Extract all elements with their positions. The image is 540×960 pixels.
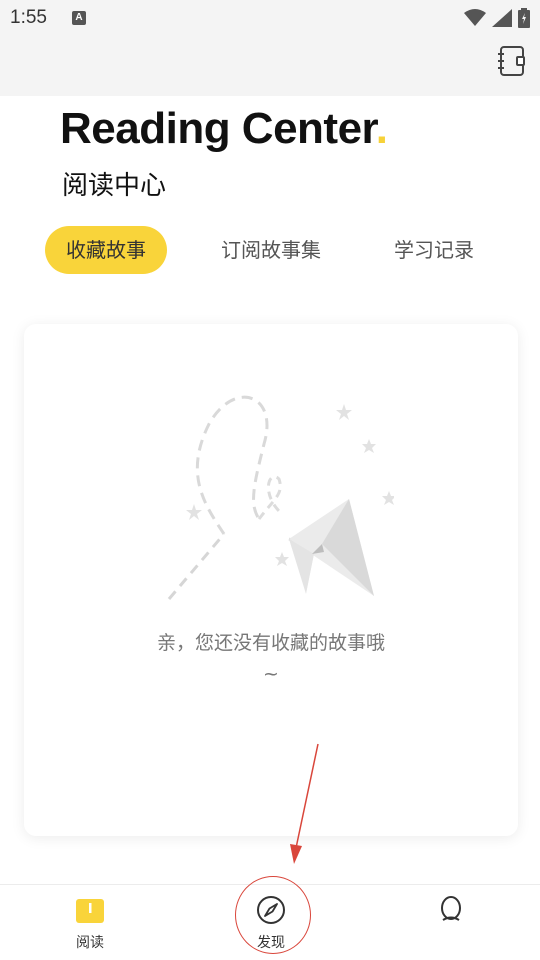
annotation-arrow [290,743,319,864]
book-icon [76,899,104,923]
tab-bar: 收藏故事 订阅故事集 学习记录 [45,226,505,276]
page-title: Reading Center. [60,104,388,154]
tab-subscribed-collections[interactable]: 订阅故事集 [205,226,337,274]
nav-read-label: 阅读 [76,935,104,951]
tab-learning-records[interactable]: 学习记录 [379,226,489,274]
status-bar: 1:55 A [0,0,540,38]
nav-profile[interactable] [406,885,496,960]
empty-state-message: 亲，您还没有收藏的故事哦~ [156,632,385,685]
status-time: 1:55 [10,7,47,28]
paper-plane-illustration [167,395,394,600]
profile-icon [441,896,461,921]
page-subtitle: 阅读中心 [62,171,167,201]
notebook-icon[interactable] [496,44,526,78]
nav-read[interactable]: 阅读 [45,885,135,960]
battery-icon [518,8,530,28]
status-icons [464,8,530,28]
title-accent-dot: . [375,104,388,153]
page-title-text: Reading Center [60,104,376,153]
signal-icon [492,9,512,27]
wifi-icon [464,9,486,26]
annotation-highlight-circle [235,876,311,954]
tab-favorite-stories[interactable]: 收藏故事 [45,226,167,274]
empty-state-card: 亲，您还没有收藏的故事哦~ [24,324,518,836]
notification-a-icon: A [72,11,86,25]
top-bar [0,38,540,96]
